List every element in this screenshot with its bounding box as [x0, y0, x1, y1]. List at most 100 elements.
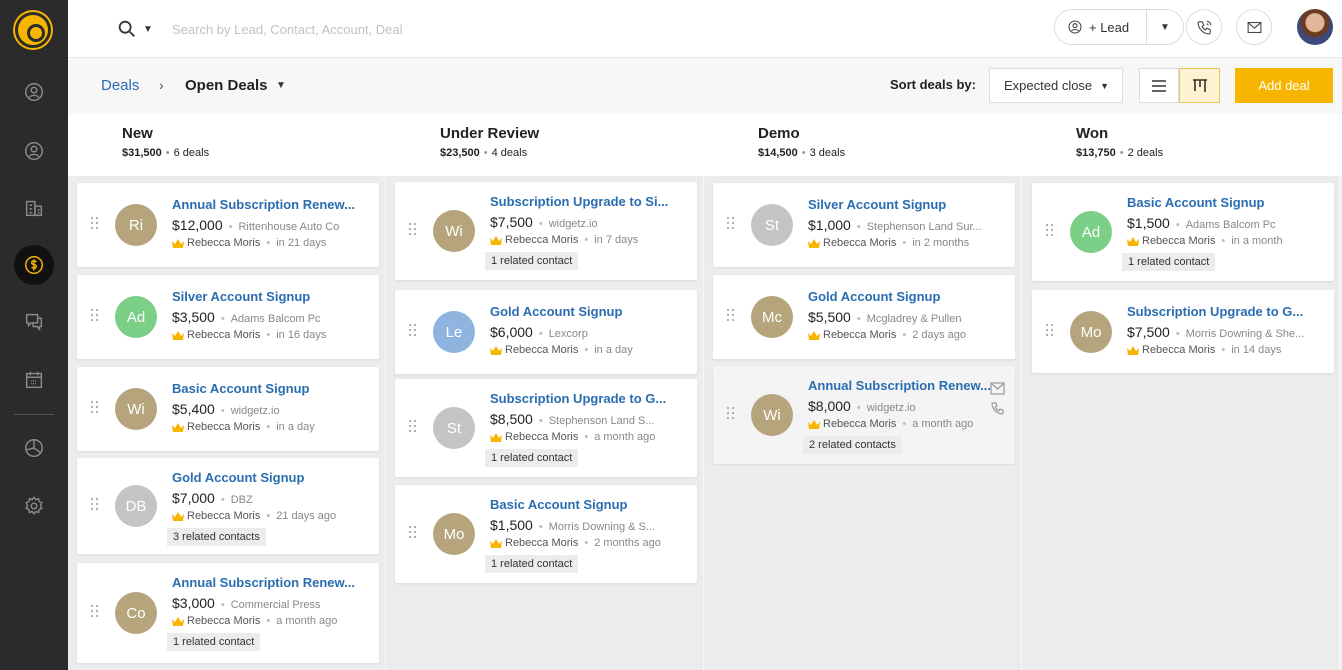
deal-title-link[interactable]: Subscription Upgrade to G...	[1127, 304, 1319, 319]
deal-card[interactable]: Mo Subscription Upgrade to G... $7,500 Morr…	[1032, 290, 1334, 373]
sort-caret-icon: ▼	[1100, 80, 1110, 91]
top-bar: ▼ + Lead ▼	[68, 0, 1342, 58]
related-contacts-badge[interactable]: 3 related contacts	[167, 528, 266, 546]
related-contacts-badge[interactable]: 1 related contact	[485, 449, 579, 467]
list-icon	[1152, 79, 1166, 92]
drag-handle-icon[interactable]	[91, 217, 99, 233]
deal-card[interactable]: Wi Annual Subscription Renew... $8,000 widg…	[713, 366, 1015, 464]
deal-title-link[interactable]: Silver Account Signup	[808, 197, 1000, 212]
deal-card[interactable]: Ad Basic Account Signup $1,500 Adams Balcom…	[1032, 183, 1334, 281]
account-avatar: DB	[115, 485, 157, 527]
deal-amount: $5,500	[808, 309, 851, 325]
drag-handle-icon[interactable]	[91, 498, 99, 514]
person-icon	[1068, 20, 1082, 34]
deal-title-link[interactable]: Annual Subscription Renew...	[808, 378, 1000, 393]
crown-icon	[1127, 236, 1139, 246]
email-icon[interactable]	[990, 382, 1005, 395]
stage-deal-count: 6 deals	[173, 147, 210, 159]
deal-title-link[interactable]: Silver Account Signup	[172, 289, 364, 304]
deal-value-line: $12,000 Rittenhouse Auto Co	[172, 217, 339, 233]
list-view-button[interactable]	[1139, 68, 1179, 103]
deal-title-link[interactable]: Subscription Upgrade to Si...	[490, 194, 682, 209]
deal-title-link[interactable]: Basic Account Signup	[490, 497, 682, 512]
breadcrumb-deals-link[interactable]: Deals	[101, 77, 139, 94]
envelope-icon	[1247, 21, 1261, 33]
sidebar-item-accounts[interactable]	[14, 188, 54, 228]
phone-button[interactable]	[1186, 9, 1222, 45]
deal-title-link[interactable]: Basic Account Signup	[1127, 195, 1319, 210]
app-logo-icon[interactable]	[15, 12, 51, 48]
deal-title-link[interactable]: Subscription Upgrade to G...	[490, 391, 682, 406]
deal-expected-close: in a month	[1221, 235, 1282, 247]
stage-header: Won $13,750 • 2 deals	[1022, 114, 1342, 176]
drag-handle-icon[interactable]	[1046, 324, 1054, 340]
stage-name: Under Review	[440, 125, 540, 142]
deal-card[interactable]: St Subscription Upgrade to G... $8,500 Step…	[395, 379, 697, 477]
pipeline-filter-dropdown[interactable]: Open Deals	[185, 77, 268, 94]
related-contacts-badge[interactable]: 1 related contact	[485, 252, 579, 270]
stage-arrow-shape	[68, 114, 408, 176]
deal-title-link[interactable]: Basic Account Signup	[172, 381, 364, 396]
deal-title-link[interactable]: Gold Account Signup	[172, 470, 364, 485]
deal-owner-line: Rebecca Moris in a day	[490, 344, 633, 356]
sidebar-item-calendar[interactable]	[14, 360, 54, 400]
deal-card[interactable]: DB Gold Account Signup $7,000 DBZ Rebecca Mo…	[77, 458, 379, 554]
deal-card[interactable]: Ad Silver Account Signup $3,500 Adams Balco…	[77, 275, 379, 359]
drag-handle-icon[interactable]	[727, 309, 735, 325]
deal-expected-close: in a day	[584, 344, 633, 356]
deal-expected-close: in 7 days	[584, 234, 638, 246]
sidebar-item-leads[interactable]	[14, 72, 54, 112]
deal-card[interactable]: Wi Basic Account Signup $5,400 widgetz.io Re…	[77, 367, 379, 451]
global-search-input[interactable]	[172, 16, 592, 42]
deal-title-link[interactable]: Annual Subscription Renew...	[172, 197, 364, 212]
deal-expected-close: in 2 months	[902, 237, 969, 249]
breadcrumb-chevron-icon: ›	[159, 77, 164, 93]
user-avatar[interactable]	[1297, 9, 1333, 45]
board-view-button[interactable]	[1179, 68, 1220, 103]
account-avatar: Wi	[115, 388, 157, 430]
deal-card[interactable]: Ri Annual Subscription Renew... $12,000 Rit…	[77, 183, 379, 267]
drag-handle-icon[interactable]	[91, 605, 99, 621]
drag-handle-icon[interactable]	[409, 420, 417, 436]
add-deal-button[interactable]: Add deal	[1235, 68, 1333, 103]
stage-arrow-shape	[1022, 114, 1342, 176]
deal-title-link[interactable]: Annual Subscription Renew...	[172, 575, 364, 590]
deal-card[interactable]: Co Annual Subscription Renew... $3,000 Comm…	[77, 563, 379, 663]
drag-handle-icon[interactable]	[91, 401, 99, 417]
deal-card[interactable]: St Silver Account Signup $1,000 Stephenson …	[713, 183, 1015, 267]
sort-select[interactable]: Expected close ▼	[989, 68, 1123, 103]
phone-icon[interactable]	[990, 402, 1005, 415]
pipeline-filter-caret-icon[interactable]: ▼	[276, 80, 286, 91]
drag-handle-icon[interactable]	[727, 407, 735, 423]
sidebar-item-conversations[interactable]	[14, 301, 54, 341]
email-button[interactable]	[1236, 9, 1272, 45]
add-lead-button[interactable]: + Lead	[1055, 10, 1147, 44]
search-icon[interactable]	[116, 18, 138, 40]
related-contacts-badge[interactable]: 1 related contact	[1122, 253, 1216, 271]
related-contacts-badge[interactable]: 1 related contact	[485, 555, 579, 573]
sidebar-item-deals[interactable]	[14, 245, 54, 285]
drag-handle-icon[interactable]	[409, 526, 417, 542]
add-lead-dropdown-icon[interactable]: ▼	[1147, 22, 1183, 33]
drag-handle-icon[interactable]	[91, 309, 99, 325]
related-contacts-badge[interactable]: 1 related contact	[167, 633, 261, 651]
sidebar-item-contacts[interactable]	[14, 131, 54, 171]
search-scope-dropdown-icon[interactable]: ▼	[143, 24, 153, 35]
deal-card[interactable]: Le Gold Account Signup $6,000 Lexcorp Rebecc…	[395, 290, 697, 374]
calendar-icon	[25, 371, 43, 389]
deal-card[interactable]: Wi Subscription Upgrade to Si... $7,500 wid…	[395, 182, 697, 280]
sidebar-item-settings[interactable]	[14, 486, 54, 526]
sidebar-item-reports[interactable]	[14, 428, 54, 468]
deal-card[interactable]: Mo Basic Account Signup $1,500 Morris Downi…	[395, 485, 697, 583]
deal-title-link[interactable]: Gold Account Signup	[490, 304, 682, 319]
account-avatar: Mo	[433, 513, 475, 555]
lead-icon	[25, 83, 43, 101]
drag-handle-icon[interactable]	[409, 324, 417, 340]
drag-handle-icon[interactable]	[409, 223, 417, 239]
deal-owner: Rebecca Moris	[823, 418, 897, 430]
deal-title-link[interactable]: Gold Account Signup	[808, 289, 1000, 304]
drag-handle-icon[interactable]	[727, 217, 735, 233]
drag-handle-icon[interactable]	[1046, 224, 1054, 240]
related-contacts-badge[interactable]: 2 related contacts	[803, 436, 902, 454]
deal-card[interactable]: Mc Gold Account Signup $5,500 Mcgladrey & P…	[713, 275, 1015, 359]
